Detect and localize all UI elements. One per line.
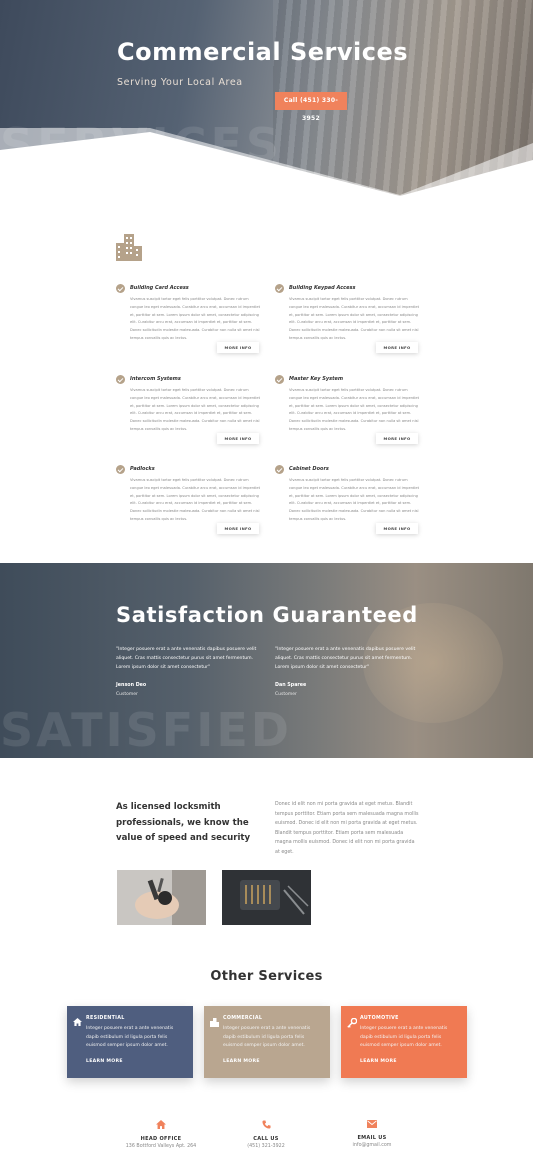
hero-divider <box>0 128 533 200</box>
satisfaction-title: Satisfaction Guaranteed <box>116 603 418 627</box>
service-text: Vivamus suscipit tortor eget felis portt… <box>289 297 419 340</box>
tools-photo <box>222 870 311 925</box>
service-title: Padlocks <box>130 466 155 472</box>
check-icon <box>275 375 284 384</box>
footer-call-us: CALL US (451) 321-3922 <box>206 1120 326 1149</box>
testimonial-quote: "Integer posuere erat a ante venenatis d… <box>116 647 257 670</box>
service-text: Vivamus suscipit tortor eget felis portt… <box>130 478 260 521</box>
footer-email-us: EMAIL US info@gmail.com <box>312 1120 432 1148</box>
testimonial-role: Customer <box>116 692 138 697</box>
check-icon <box>275 284 284 293</box>
card-text: Integer posuere erat a ante venenatis da… <box>86 1026 174 1048</box>
footer-label: HEAD OFFICE <box>140 1136 182 1142</box>
footer-phone[interactable]: (451) 321-3922 <box>206 1144 326 1149</box>
key-icon <box>347 1018 357 1028</box>
service-card-commercial[interactable]: COMMERCIAL Integer posuere erat a ante v… <box>204 1006 330 1078</box>
home-icon <box>156 1120 166 1129</box>
check-icon <box>116 375 125 384</box>
footer-label: CALL US <box>253 1136 279 1142</box>
locksmith-text: Donec id elit non mi porta gravida at eg… <box>275 802 419 855</box>
mail-icon <box>367 1120 377 1128</box>
testimonial-name: Dan Sparee <box>275 683 307 688</box>
card-title: COMMERCIAL <box>223 1016 263 1021</box>
satisfaction-section: SATISFIED Satisfaction Guaranteed "Integ… <box>0 563 533 758</box>
card-text: Integer posuere erat a ante venenatis da… <box>360 1026 448 1048</box>
card-title: AUTOMOTIVE <box>360 1016 399 1021</box>
check-icon <box>275 465 284 474</box>
learn-more-link[interactable]: LEARN MORE <box>360 1059 397 1064</box>
more-info-button[interactable]: MORE INFO <box>376 433 418 444</box>
building-icon <box>210 1018 219 1027</box>
check-icon <box>116 465 125 474</box>
service-text: Vivamus suscipit tortor eget felis portt… <box>130 388 260 431</box>
footer-email[interactable]: info@gmail.com <box>312 1143 432 1148</box>
service-card-residential[interactable]: RESIDENTIAL Integer posuere erat a ante … <box>67 1006 193 1078</box>
check-icon <box>116 284 125 293</box>
testimonial-role: Customer <box>275 692 297 697</box>
hero: SERVICES Commercial Services Serving You… <box>0 0 533 200</box>
service-text: Vivamus suscipit tortor eget felis portt… <box>289 388 419 431</box>
footer-label: EMAIL US <box>357 1135 387 1141</box>
service-card-automotive[interactable]: AUTOMOTIVE Integer posuere erat a ante v… <box>341 1006 467 1078</box>
footer-address: 136 Bottford Valleys Apt. 264 <box>125 1144 197 1149</box>
satisfaction-ghost-text: SATISFIED <box>0 703 292 757</box>
other-services-title: Other Services <box>210 969 323 984</box>
home-icon <box>73 1018 82 1026</box>
service-title: Cabinet Doors <box>289 466 329 472</box>
more-info-button[interactable]: MORE INFO <box>217 433 259 444</box>
more-info-button[interactable]: MORE INFO <box>217 342 259 353</box>
service-title: Master Key System <box>289 376 344 382</box>
building-icon <box>116 234 142 261</box>
card-text: Integer posuere erat a ante venenatis da… <box>223 1026 311 1048</box>
keys-photo <box>117 870 206 925</box>
learn-more-link[interactable]: LEARN MORE <box>223 1059 260 1064</box>
service-text: Vivamus suscipit tortor eget felis portt… <box>130 297 260 340</box>
testimonial-quote: "Integer posuere erat a ante venenatis d… <box>275 647 416 670</box>
more-info-button[interactable]: MORE INFO <box>376 342 418 353</box>
locksmith-heading: As licensed locksmith professionals, we … <box>116 802 251 843</box>
card-title: RESIDENTIAL <box>86 1016 125 1021</box>
footer-head-office: HEAD OFFICE 136 Bottford Valleys Apt. 26… <box>101 1120 221 1149</box>
service-text: Vivamus suscipit tortor eget felis portt… <box>289 478 419 521</box>
testimonial-name: Jenson Deo <box>116 683 147 688</box>
service-title: Intercom Systems <box>130 376 181 382</box>
learn-more-link[interactable]: LEARN MORE <box>86 1059 123 1064</box>
service-title: Building Keypad Access <box>289 285 356 291</box>
phone-icon <box>261 1120 271 1129</box>
service-title: Building Card Access <box>130 285 189 291</box>
more-info-button[interactable]: MORE INFO <box>217 523 259 534</box>
more-info-button[interactable]: MORE INFO <box>376 523 418 534</box>
